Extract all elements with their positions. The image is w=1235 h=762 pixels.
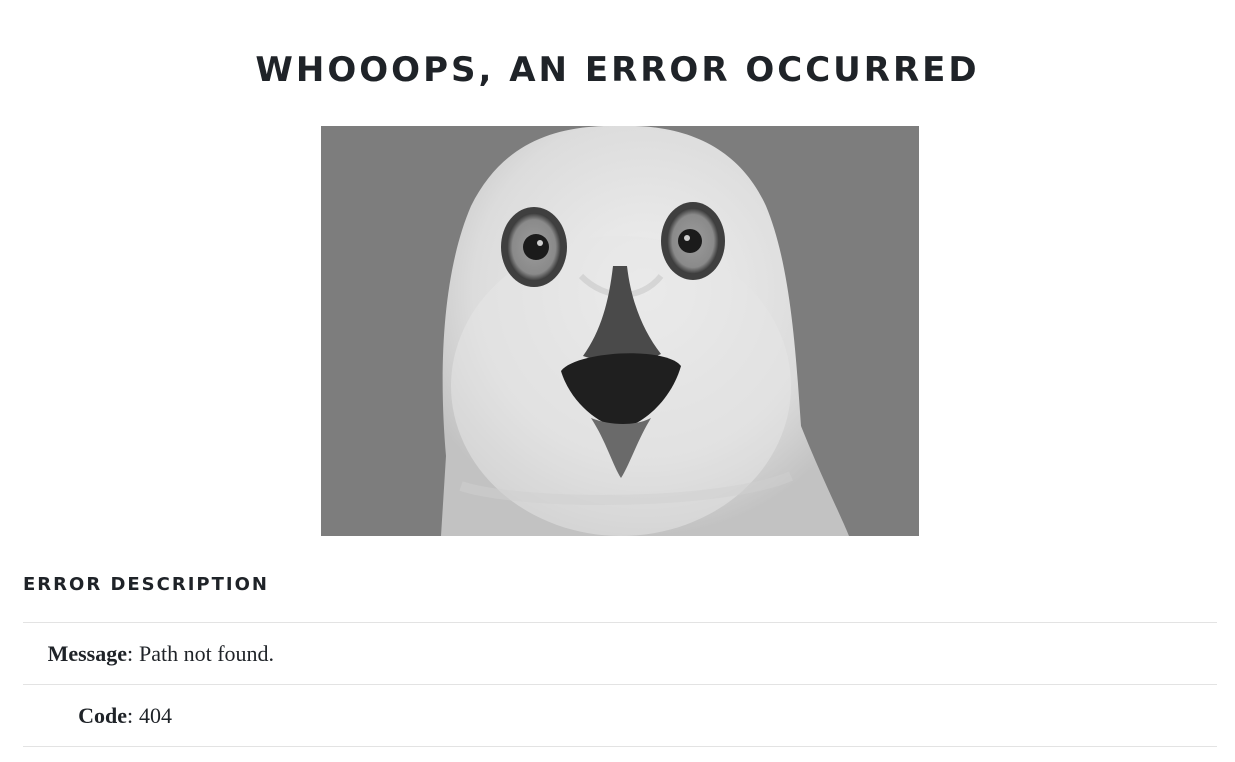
snowy-owl-photo-icon <box>321 126 919 536</box>
code-label: Code <box>23 684 127 747</box>
table-row: Message : Path not found. <box>23 622 1217 685</box>
table-row: Code : 404 <box>23 684 1217 747</box>
error-details-table: Message : Path not found. Code : 404 <box>23 622 1217 747</box>
error-image <box>321 126 919 536</box>
error-description-heading: ERROR DESCRIPTION <box>23 574 269 595</box>
message-value: Path not found. <box>139 622 1217 685</box>
page-title: WHOOOPS, AN ERROR OCCURRED <box>255 50 980 90</box>
error-page: WHOOOPS, AN ERROR OCCURRED ERROR DESCRIP… <box>0 0 1235 762</box>
message-label: Message <box>23 622 127 685</box>
label-separator: : <box>127 684 139 747</box>
label-separator: : <box>127 622 139 685</box>
code-value: 404 <box>139 684 1217 747</box>
